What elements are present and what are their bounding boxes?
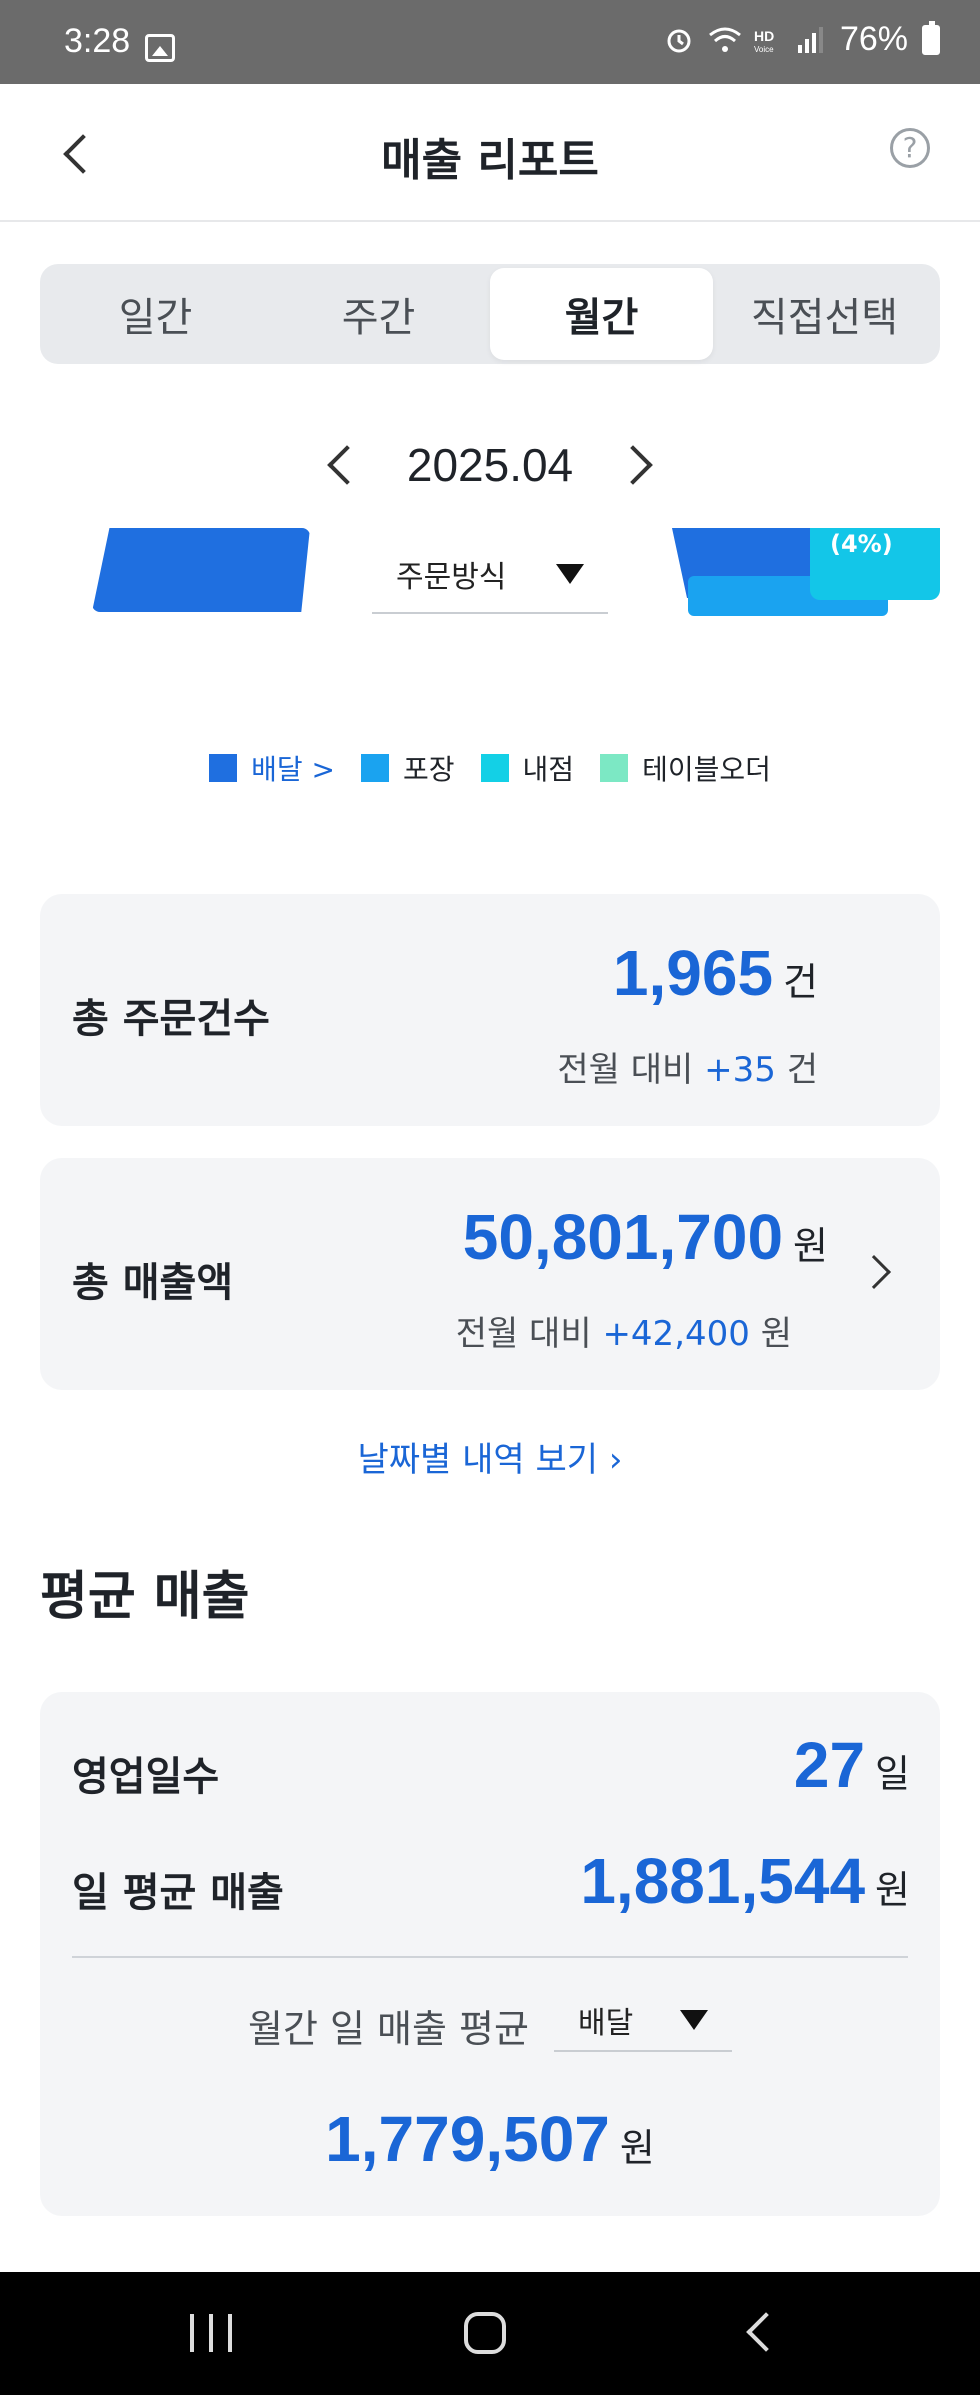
month-navigator: 2025.04 [0,420,980,510]
total-orders-unit: 건 [783,960,818,1004]
legend-label: 배달 > [251,753,335,786]
average-sales-card: 영업일수 27 일 일 평균 매출 1,881,544 원 월간 일 매출 평균… [40,1692,940,2216]
daily-average-unit: 원 [875,1868,910,1912]
legend-item-dinein[interactable]: 내점 [480,748,575,788]
chevron-left-icon [327,445,367,485]
total-orders-value: 1,965 [612,937,774,1009]
legend-label: 내점 [522,753,575,786]
business-days-value: 27 [793,1729,866,1801]
compare-label: 전월 대비 [557,1050,694,1090]
svg-text:HD: HD [754,28,774,44]
legend-item-takeout[interactable]: 포장 [361,748,455,788]
delta-unit: 원 [760,1314,792,1354]
total-orders-compare: 전월 대비 +35 건 [557,1042,818,1091]
legend-swatch [361,754,389,782]
chart-segment-delivery-left [92,528,310,612]
battery-percent: 76% [839,20,908,58]
help-icon[interactable]: ? [890,128,930,168]
monthly-average-unit: 원 [619,2126,655,2170]
alarm-icon [664,25,694,55]
monthly-average-value-row: 1,779,507 원 [40,2102,940,2176]
signal-icon [796,25,826,55]
home-icon[interactable] [464,2312,506,2354]
total-sales-title: 총 매출액 [72,1260,234,1306]
total-orders-card: 총 주문건수 1,965 건 전월 대비 +35 건 [40,894,940,1126]
view-by-date-link[interactable]: 날짜별 내역 보기 › [0,1432,980,1481]
status-time: 3:28 [64,22,131,60]
battery-icon [922,20,940,55]
total-orders-value-row: 1,965 건 [613,936,818,1010]
chart-percent-label: (4%) [830,530,893,558]
compare-label: 전월 대비 [455,1314,592,1354]
business-days-label: 영업일수 [72,1754,220,1800]
legend-label: 테이블오더 [642,753,771,786]
monthly-average-value: 1,779,507 [325,2103,610,2175]
order-method-select-label: 주문방식 [396,560,507,595]
legend-swatch [209,754,238,782]
legend-item-table-order[interactable]: 테이블오더 [600,748,771,788]
monthly-filter-label: 배달 [578,2006,634,2041]
legend-swatch [600,754,629,782]
legend-swatch [480,754,509,782]
chart-legend: 배달 > 포장 내점 테이블오더 [0,748,980,788]
average-sales-title: 평균 매출 [40,1567,250,1627]
tab-custom[interactable]: 직접선택 [713,268,936,360]
status-bar: 3:28 HD Voice 76% [0,0,980,84]
legend-item-delivery[interactable]: 배달 > [209,748,335,788]
recent-apps-icon[interactable] [190,2314,232,2352]
triangle-down-icon [556,564,584,584]
total-sales-delta: +42,400 [602,1314,750,1354]
app-header: 매출 리포트 ? [0,84,980,222]
period-tabs: 일간 주간 월간 직접선택 [40,264,940,364]
wifi-icon [708,25,741,55]
page-title: 매출 리포트 [381,135,599,186]
total-orders-delta: +35 [704,1050,776,1090]
total-sales-card[interactable]: 총 매출액 50,801,700 원 전월 대비 +42,400 원 [40,1158,940,1390]
tab-daily[interactable]: 일간 [44,268,267,360]
legend-label: 포장 [403,753,455,786]
next-month-button[interactable] [613,430,663,500]
total-orders-title: 총 주문건수 [72,996,270,1042]
daily-average-value-row: 1,881,544 원 [580,1844,910,1918]
hd-voice-icon: HD Voice [752,25,782,55]
order-method-chart: (4%) 주문방식 [0,528,980,620]
status-icons: HD Voice 76% [664,20,940,59]
month-label: 2025.04 [406,439,574,491]
system-nav-bar [0,2272,980,2395]
chevron-right-icon [857,1255,891,1289]
daily-average-label: 일 평균 매출 [72,1870,284,1916]
divider [72,1956,908,1958]
gallery-icon [145,34,175,62]
monthly-average-filter-select[interactable]: 배달 [554,1990,732,2052]
svg-text:Voice: Voice [754,45,774,54]
total-sales-value-row: 50,801,700 원 [463,1200,828,1274]
business-days-value-row: 27 일 [794,1728,910,1802]
tab-weekly[interactable]: 주간 [267,268,490,360]
monthly-average-label: 월간 일 매출 평균 [248,2007,529,2051]
total-sales-compare: 전월 대비 +42,400 원 [456,1306,792,1355]
prev-month-button[interactable] [317,430,367,500]
chevron-right-icon [613,445,653,485]
daily-average-value: 1,881,544 [580,1845,866,1917]
business-days-unit: 일 [875,1752,910,1796]
triangle-down-icon [680,2010,708,2030]
total-sales-value: 50,801,700 [462,1201,784,1273]
delta-unit: 건 [786,1050,818,1090]
total-sales-unit: 원 [793,1224,828,1268]
tab-monthly[interactable]: 월간 [490,268,713,360]
back-icon[interactable] [746,2312,786,2352]
order-method-select[interactable]: 주문방식 [372,536,608,614]
